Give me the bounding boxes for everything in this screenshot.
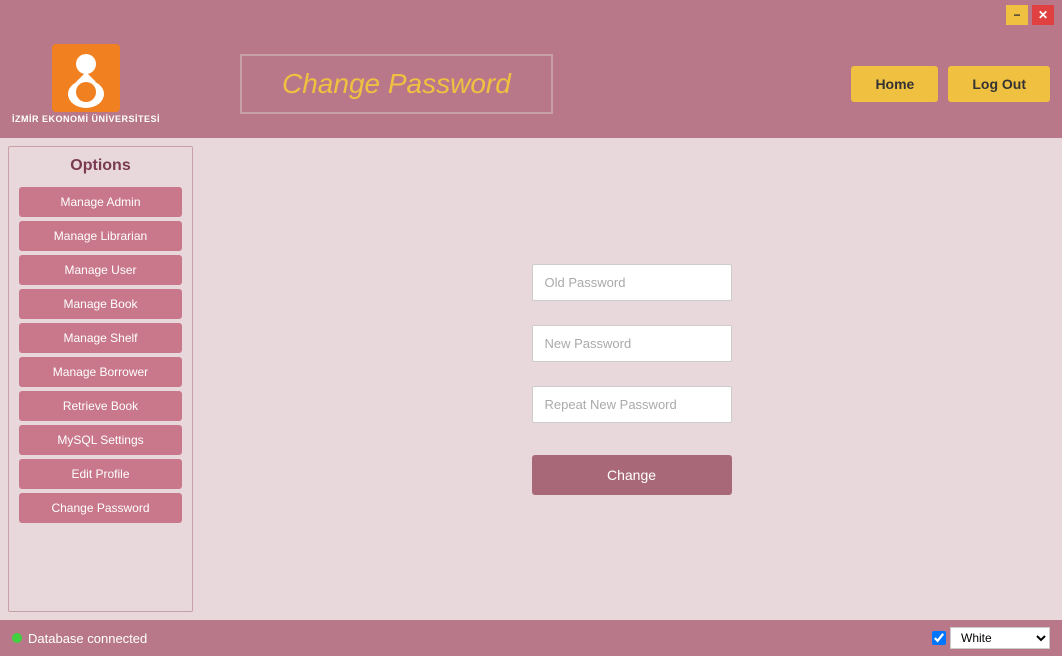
theme-dropdown[interactable]: White: [950, 627, 1050, 649]
header: İZMİR EKONOMİ ÜNİVERSİTESİ Change Passwo…: [0, 30, 1062, 138]
university-logo: [52, 44, 120, 112]
page-title-box: Change Password: [240, 54, 553, 114]
theme-selector: White: [932, 627, 1050, 649]
sidebar-item-edit-profile[interactable]: Edit Profile: [19, 459, 182, 489]
logout-button[interactable]: Log Out: [948, 66, 1050, 102]
db-status-text: Database connected: [28, 631, 147, 646]
university-name: İZMİR EKONOMİ ÜNİVERSİTESİ: [12, 114, 160, 124]
sidebar: Options Manage Admin Manage Librarian Ma…: [8, 146, 193, 612]
old-password-input[interactable]: [532, 264, 732, 301]
title-bar: − ✕: [0, 0, 1062, 30]
repeat-password-group: [532, 386, 732, 423]
old-password-group: [532, 264, 732, 301]
db-status: Database connected: [12, 631, 147, 646]
sidebar-item-change-password[interactable]: Change Password: [19, 493, 182, 523]
sidebar-item-retrieve-book[interactable]: Retrieve Book: [19, 391, 182, 421]
sidebar-item-manage-librarian[interactable]: Manage Librarian: [19, 221, 182, 251]
sidebar-item-manage-shelf[interactable]: Manage Shelf: [19, 323, 182, 353]
header-buttons: Home Log Out: [851, 66, 1050, 102]
page-title: Change Password: [282, 68, 511, 99]
repeat-password-input[interactable]: [532, 386, 732, 423]
sidebar-item-manage-borrower[interactable]: Manage Borrower: [19, 357, 182, 387]
status-bar: Database connected White: [0, 620, 1062, 656]
sidebar-item-manage-admin[interactable]: Manage Admin: [19, 187, 182, 217]
new-password-input[interactable]: [532, 325, 732, 362]
main-layout: Options Manage Admin Manage Librarian Ma…: [0, 138, 1062, 620]
minimize-button[interactable]: −: [1006, 5, 1028, 25]
home-button[interactable]: Home: [851, 66, 938, 102]
title-bar-controls: − ✕: [1006, 5, 1054, 25]
logo-area: İZMİR EKONOMİ ÜNİVERSİTESİ: [12, 44, 160, 124]
content-area: Change: [201, 138, 1062, 620]
sidebar-item-mysql-settings[interactable]: MySQL Settings: [19, 425, 182, 455]
new-password-group: [532, 325, 732, 362]
sidebar-title: Options: [19, 157, 182, 179]
db-connected-dot: [12, 633, 22, 643]
close-button[interactable]: ✕: [1032, 5, 1054, 25]
sidebar-item-manage-user[interactable]: Manage User: [19, 255, 182, 285]
theme-checkbox[interactable]: [932, 631, 946, 645]
change-button[interactable]: Change: [532, 455, 732, 495]
sidebar-item-manage-book[interactable]: Manage Book: [19, 289, 182, 319]
